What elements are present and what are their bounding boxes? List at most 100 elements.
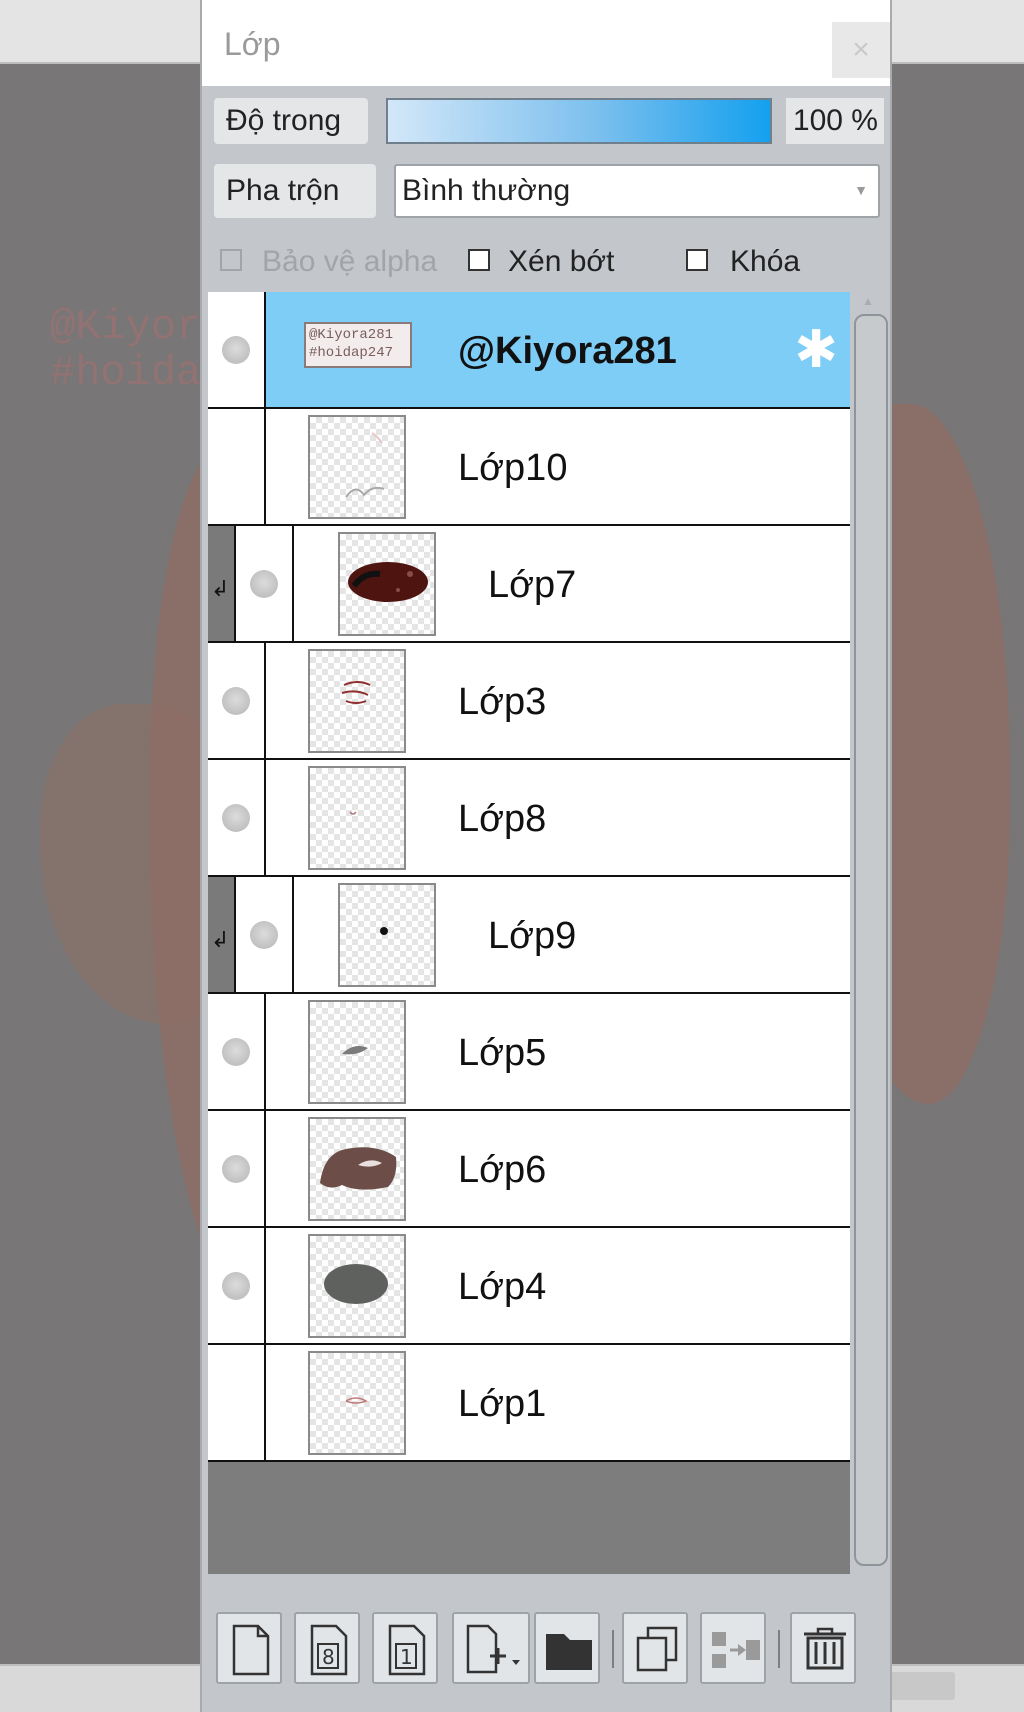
layer-thumbnail bbox=[308, 649, 406, 753]
blend-mode-select[interactable]: Bình thường ▼ bbox=[394, 164, 880, 218]
layer-row[interactable]: Lớp4 bbox=[208, 1228, 850, 1345]
visibility-toggle[interactable] bbox=[208, 1345, 266, 1460]
chevron-down-icon: ▼ bbox=[854, 182, 868, 198]
delete-layer-button[interactable] bbox=[790, 1612, 856, 1684]
toolbar-separator bbox=[778, 1630, 780, 1668]
layer-row[interactable]: Lớp1 bbox=[208, 1345, 850, 1462]
layer-thumbnail bbox=[308, 415, 406, 519]
layer-name: Lớp8 bbox=[458, 798, 547, 840]
layer-list-area[interactable]: @Kiyora281 #hoidap247 @Kiyora281 ✱ Lớp10… bbox=[208, 292, 850, 1574]
layer-name: Lớp1 bbox=[458, 1383, 547, 1425]
layer-thumbnail bbox=[308, 1117, 406, 1221]
visibility-toggle[interactable] bbox=[208, 643, 266, 758]
blend-mode-value: Bình thường bbox=[402, 174, 571, 207]
svg-text:8: 8 bbox=[322, 1645, 335, 1669]
new-1bit-layer-button[interactable]: 1 bbox=[372, 1612, 438, 1684]
clipping-checkbox[interactable]: Xén bớt bbox=[468, 244, 628, 280]
visibility-toggle[interactable] bbox=[208, 409, 266, 524]
checkbox-box bbox=[468, 249, 490, 271]
delete-icon bbox=[804, 1627, 846, 1670]
layer-row[interactable]: ↲ Lớp7 bbox=[208, 526, 850, 643]
visibility-toggle[interactable] bbox=[208, 1228, 266, 1343]
new-layer-button[interactable] bbox=[216, 1612, 282, 1684]
visibility-dot-icon bbox=[222, 1038, 250, 1066]
layer-name: Lớp10 bbox=[458, 447, 568, 489]
scroll-thumb[interactable] bbox=[854, 314, 888, 1566]
toolbar-separator bbox=[612, 1630, 614, 1668]
scroll-up-icon[interactable]: ▲ bbox=[862, 294, 874, 308]
visibility-dot-icon bbox=[250, 921, 278, 949]
add-layer-menu-icon bbox=[466, 1624, 520, 1674]
panel-title: Lớp bbox=[224, 26, 281, 62]
layer-row[interactable]: ↲ Lớp9 bbox=[208, 877, 850, 994]
thumbnail-text: #hoidap247 bbox=[309, 345, 394, 361]
opacity-label: Độ trong bbox=[214, 98, 368, 144]
layer-row[interactable]: Lớp6 bbox=[208, 1111, 850, 1228]
new-8bit-layer-button[interactable]: 8 bbox=[294, 1612, 360, 1684]
layer-list-scrollbar[interactable]: ▲ bbox=[850, 292, 890, 1574]
gear-icon[interactable]: ✱ bbox=[790, 324, 842, 376]
layer-name: @Kiyora281 bbox=[458, 330, 677, 372]
visibility-dot-icon bbox=[250, 570, 278, 598]
alpha-protect-label: Bảo vệ alpha bbox=[262, 245, 438, 278]
layer-toolbar: 8 1 bbox=[206, 1608, 886, 1698]
checkbox-box bbox=[686, 249, 708, 271]
layer-name: Lớp3 bbox=[458, 681, 547, 723]
folder-icon bbox=[546, 1634, 592, 1670]
layer-name: Lớp7 bbox=[488, 564, 577, 606]
blend-mode-label: Pha trộn bbox=[214, 164, 376, 218]
new-1bit-layer-icon: 1 bbox=[388, 1624, 426, 1676]
layer-name: Lớp6 bbox=[458, 1149, 547, 1191]
visibility-toggle[interactable] bbox=[236, 526, 294, 641]
layer-row[interactable]: Lớp8 bbox=[208, 760, 850, 877]
layer-thumbnail bbox=[308, 1000, 406, 1104]
layer-row[interactable]: Lớp10 bbox=[208, 409, 850, 526]
lock-checkbox[interactable]: Khóa bbox=[686, 244, 816, 280]
new-folder-button[interactable] bbox=[534, 1612, 600, 1684]
visibility-dot-icon bbox=[222, 804, 250, 832]
clip-arrow-icon: ↲ bbox=[211, 927, 230, 952]
clipping-indicator: ↲ bbox=[208, 877, 236, 992]
clip-arrow-icon: ↲ bbox=[211, 576, 230, 601]
new-layer-icon bbox=[232, 1624, 270, 1676]
new-8bit-layer-icon: 8 bbox=[310, 1624, 348, 1676]
add-layer-menu-button[interactable] bbox=[452, 1612, 530, 1684]
layer-name: Lớp5 bbox=[458, 1032, 547, 1074]
visibility-toggle[interactable] bbox=[208, 1111, 266, 1226]
layer-name: Lớp9 bbox=[488, 915, 577, 957]
layer-name: Lớp4 bbox=[458, 1266, 547, 1308]
layer-thumbnail bbox=[338, 883, 436, 987]
visibility-dot-icon bbox=[222, 687, 250, 715]
merge-down-button[interactable] bbox=[700, 1612, 766, 1684]
panel-titlebar[interactable]: Lớp × bbox=[202, 0, 890, 86]
visibility-toggle[interactable] bbox=[208, 994, 266, 1109]
alpha-protect-checkbox[interactable]: Bảo vệ alpha bbox=[220, 244, 437, 280]
merge-down-icon bbox=[712, 1632, 760, 1668]
layer-thumbnail bbox=[308, 1351, 406, 1455]
svg-text:1: 1 bbox=[400, 1645, 413, 1669]
clipping-label: Xén bớt bbox=[508, 245, 615, 278]
visibility-toggle[interactable] bbox=[208, 760, 266, 875]
layer-thumbnail bbox=[338, 532, 436, 636]
visibility-toggle[interactable] bbox=[208, 292, 266, 407]
layer-row[interactable]: Lớp3 bbox=[208, 643, 850, 760]
thumbnail-text: @Kiyora281 bbox=[309, 327, 394, 343]
layer-panel: Lớp × Độ trong 100 % Pha trộn Bình thườn… bbox=[200, 0, 892, 1712]
layer-row[interactable]: Lớp5 bbox=[208, 994, 850, 1111]
duplicate-layer-icon bbox=[636, 1626, 678, 1672]
close-button[interactable]: × bbox=[832, 22, 890, 78]
checkbox-box bbox=[220, 249, 242, 271]
layer-thumbnail bbox=[308, 766, 406, 870]
opacity-value[interactable]: 100 % bbox=[786, 98, 884, 144]
layer-thumbnail bbox=[308, 1234, 406, 1338]
layer-thumbnail: @Kiyora281 #hoidap247 bbox=[304, 322, 412, 368]
visibility-toggle[interactable] bbox=[236, 877, 294, 992]
clipping-indicator: ↲ bbox=[208, 526, 236, 641]
duplicate-layer-button[interactable] bbox=[622, 1612, 688, 1684]
visibility-dot-icon bbox=[222, 336, 250, 364]
visibility-dot-icon bbox=[222, 1155, 250, 1183]
lock-label: Khóa bbox=[730, 245, 801, 278]
close-icon: × bbox=[852, 33, 870, 66]
layer-row[interactable]: @Kiyora281 #hoidap247 @Kiyora281 ✱ bbox=[208, 292, 850, 409]
opacity-slider[interactable] bbox=[386, 98, 772, 144]
